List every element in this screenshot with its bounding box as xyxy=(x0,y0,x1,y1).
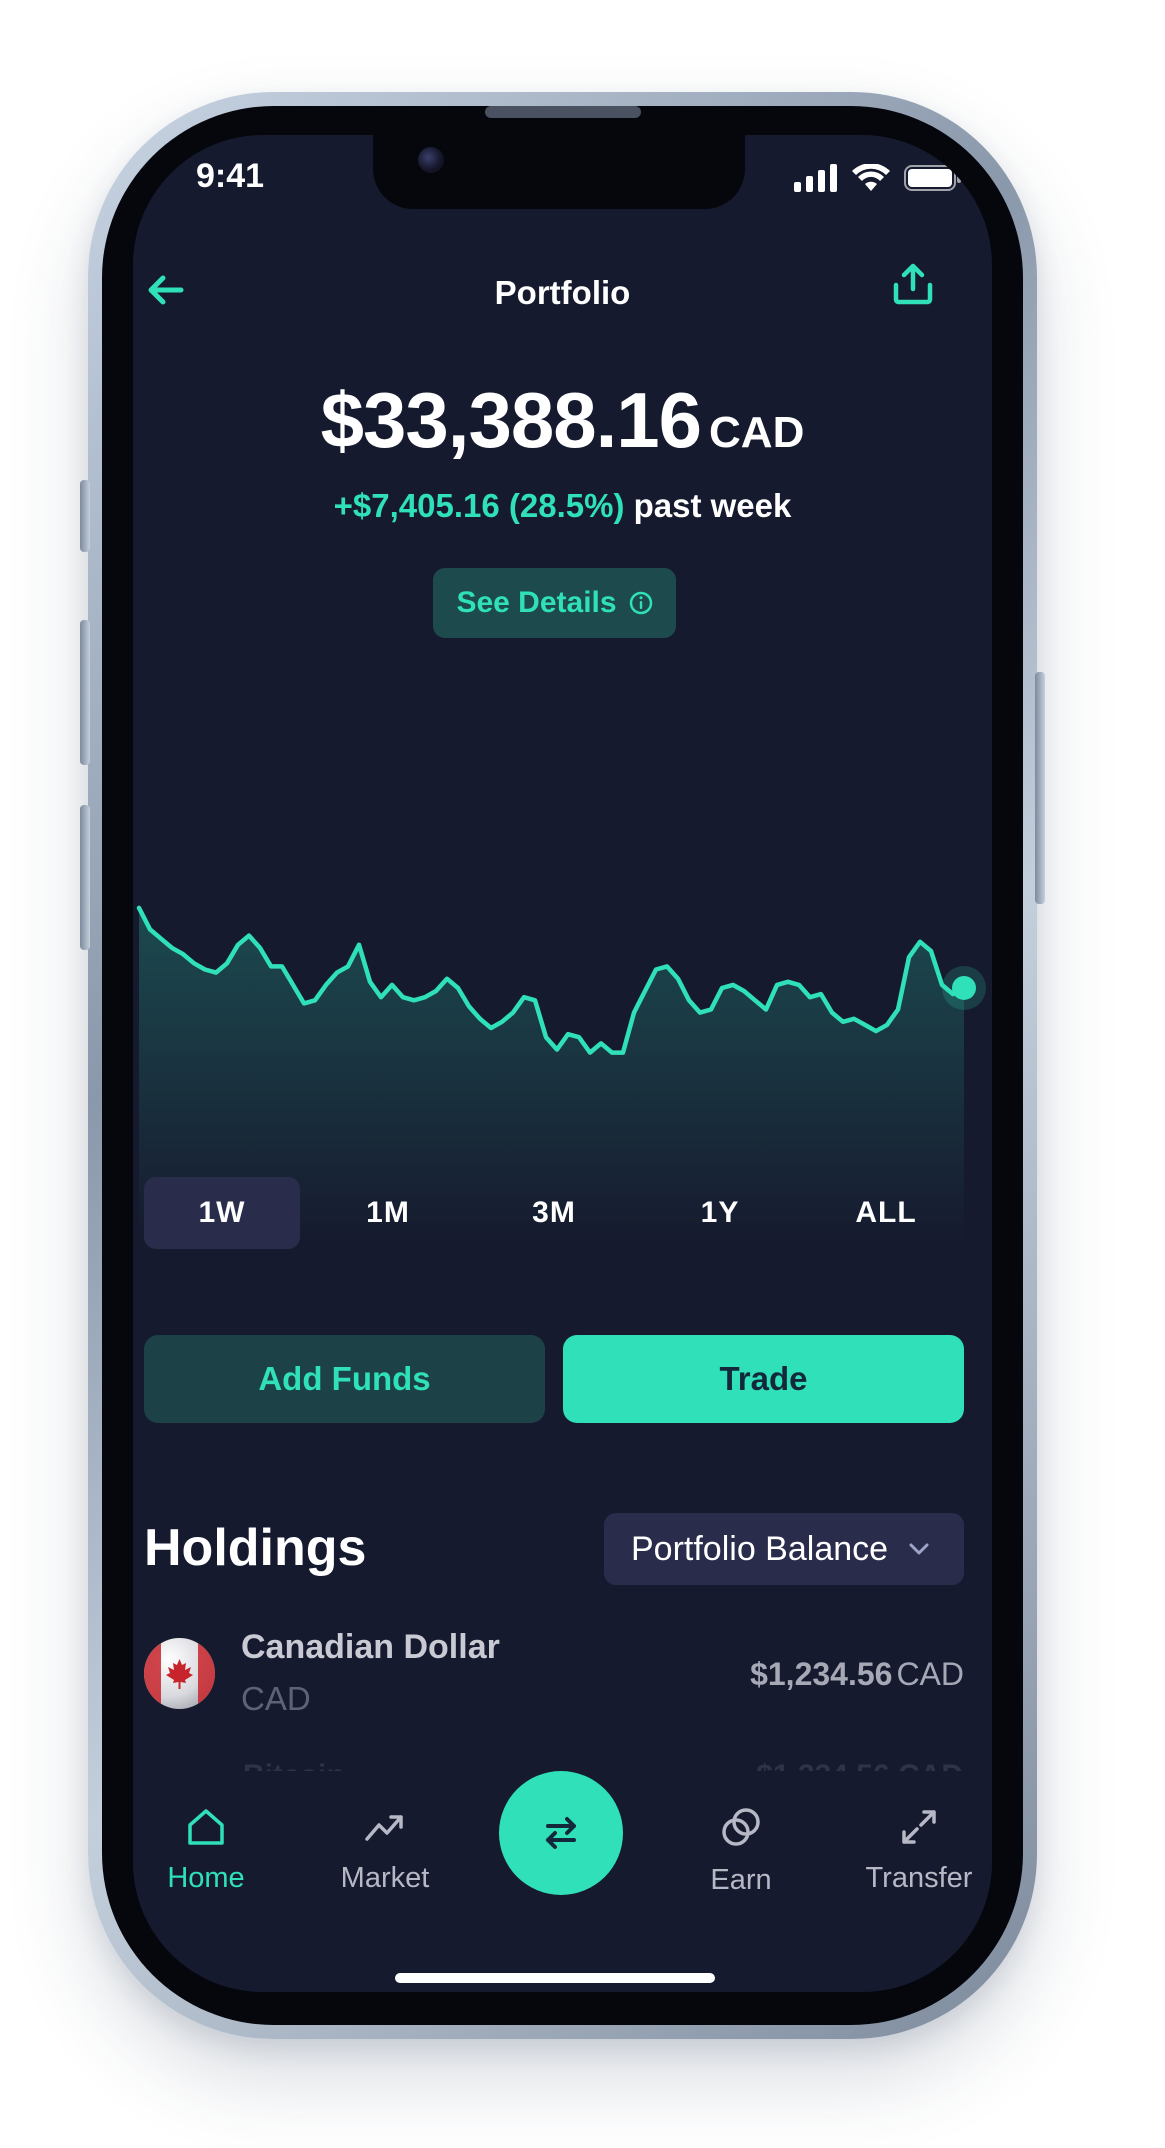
flag-band-right xyxy=(198,1638,215,1709)
holding-code: CAD xyxy=(241,1680,311,1717)
app-screen: 9:41 Portfolio $33,388.16 CAD +$7,405.16… xyxy=(133,135,992,1992)
nav-item-earn[interactable]: Earn xyxy=(661,1805,821,1897)
battery-icon xyxy=(904,165,961,191)
see-details-button[interactable]: See Details xyxy=(433,568,676,638)
change-value: +$7,405.16 (28.5%) xyxy=(333,487,625,524)
holding-item[interactable]: Canadian Dollar CAD $1,234.56 CAD xyxy=(144,1628,964,1718)
canada-flag-icon xyxy=(144,1638,215,1709)
front-camera xyxy=(418,147,444,173)
nav-label-home: Home xyxy=(167,1862,245,1894)
signal-icon xyxy=(794,164,837,192)
swap-button[interactable] xyxy=(499,1771,623,1895)
holdings-sort-dropdown[interactable]: Portfolio Balance xyxy=(604,1513,964,1585)
nav-label-transfer: Transfer xyxy=(865,1862,973,1894)
flag-band-left xyxy=(144,1638,161,1709)
time-range-selector: 1W 1M 3M 1Y ALL xyxy=(144,1177,964,1249)
share-button[interactable] xyxy=(890,261,936,312)
nav-label-earn: Earn xyxy=(710,1864,772,1896)
share-upload-icon xyxy=(893,263,933,305)
range-tab-1w[interactable]: 1W xyxy=(144,1177,300,1249)
balance-currency: CAD xyxy=(709,408,805,457)
status-time: 9:41 xyxy=(196,157,265,195)
notch xyxy=(373,135,745,209)
balance-amount: $33,388.16 xyxy=(320,376,702,464)
nav-item-transfer[interactable]: Transfer xyxy=(839,1805,992,1895)
holding-name: Canadian Dollar xyxy=(241,1628,500,1666)
trade-button[interactable]: Trade xyxy=(563,1335,964,1423)
power-button xyxy=(1035,672,1045,904)
range-tab-3m[interactable]: 3M xyxy=(476,1177,632,1249)
nav-item-market[interactable]: Market xyxy=(305,1805,465,1895)
range-tab-1m[interactable]: 1M xyxy=(310,1177,466,1249)
bottom-nav: Home Market Earn Transfer xyxy=(133,1771,992,1992)
info-icon xyxy=(629,591,652,615)
holding-value-currency: CAD xyxy=(896,1656,964,1692)
volume-up-button xyxy=(80,620,90,765)
range-tab-all[interactable]: ALL xyxy=(808,1177,964,1249)
volume-down-button xyxy=(80,805,90,950)
change-summary: +$7,405.16 (28.5%) past week xyxy=(133,487,992,525)
chevron-down-icon xyxy=(909,1543,929,1555)
earpiece-speaker xyxy=(485,106,641,118)
add-funds-button[interactable]: Add Funds xyxy=(144,1335,545,1423)
nav-label-market: Market xyxy=(340,1862,430,1894)
home-indicator xyxy=(395,1973,715,1983)
balance-display: $33,388.16 CAD xyxy=(133,375,992,466)
coins-icon xyxy=(722,1808,760,1846)
wifi-icon xyxy=(852,164,890,191)
transfer-arrows-icon xyxy=(902,1810,936,1844)
holding-value-amount: $1,234.56 xyxy=(750,1656,893,1692)
status-icons xyxy=(794,163,962,193)
nav-item-home[interactable]: Home xyxy=(133,1805,286,1895)
page-title: Portfolio xyxy=(494,274,631,311)
holding-value: $1,234.56 CAD xyxy=(750,1656,964,1693)
see-details-label: See Details xyxy=(456,586,617,619)
chart-endpoint-marker[interactable] xyxy=(952,975,976,1000)
change-period: past week xyxy=(633,487,792,524)
mute-switch xyxy=(80,480,90,552)
maple-leaf-icon xyxy=(166,1659,193,1689)
holdings-heading: Holdings xyxy=(144,1519,367,1577)
swap-arrows-icon xyxy=(546,1817,576,1849)
holdings-sort-label: Portfolio Balance xyxy=(631,1529,889,1568)
range-tab-1y[interactable]: 1Y xyxy=(642,1177,798,1249)
trending-up-icon xyxy=(365,1815,403,1841)
home-icon xyxy=(188,1809,224,1845)
